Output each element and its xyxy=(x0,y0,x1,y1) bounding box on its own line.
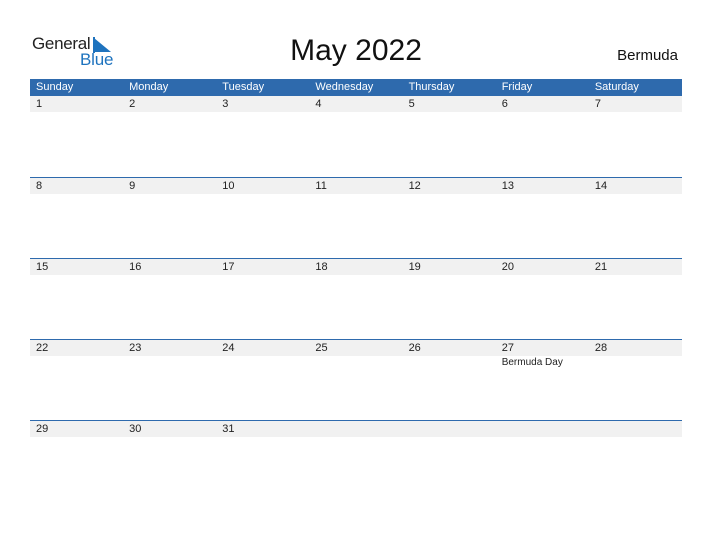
date-band: 1 2 3 4 5 6 7 xyxy=(30,96,682,112)
day-number: 18 xyxy=(315,261,328,273)
calendar-grid: Sunday Monday Tuesday Wednesday Thursday… xyxy=(30,79,682,501)
day-number: 22 xyxy=(36,342,49,354)
day-number: 24 xyxy=(222,342,235,354)
day-number xyxy=(589,421,682,437)
weekday-monday: Monday xyxy=(129,81,169,93)
calendar-title: May 2022 xyxy=(290,34,422,67)
date-band: 8 9 10 11 12 13 14 xyxy=(30,178,682,194)
day-number xyxy=(403,421,496,437)
day-event xyxy=(123,356,216,370)
day-number: 31 xyxy=(222,423,235,435)
weekday-tuesday: Tuesday xyxy=(222,81,265,93)
date-band: 22 23 24 25 26 27 28 xyxy=(30,340,682,356)
day-event xyxy=(309,356,402,370)
day-number: 27 xyxy=(501,342,514,354)
week-row: 22 23 24 25 26 27 28 Bermuda Day xyxy=(30,339,682,420)
day-number: 19 xyxy=(408,261,421,273)
weekday-header: Sunday Monday Tuesday Wednesday Thursday… xyxy=(30,79,682,96)
date-band: 29 30 31 xyxy=(30,421,682,437)
weeks-container: 1 2 3 4 5 6 7 8 9 10 11 12 13 14 15 16 17 18 19 20 21 22 23 24 2… xyxy=(30,96,682,501)
day-number: 17 xyxy=(222,261,235,273)
day-number: 12 xyxy=(408,180,421,192)
day-number: 21 xyxy=(594,261,608,273)
day-number: 8 xyxy=(36,180,43,192)
day-number: 6 xyxy=(501,98,508,110)
day-number: 1 xyxy=(36,98,43,110)
week-row: 8 9 10 11 12 13 14 xyxy=(30,177,682,258)
day-event: Bermuda Day xyxy=(501,357,563,368)
day-number: 14 xyxy=(594,180,608,192)
day-number: 10 xyxy=(222,180,235,192)
day-event xyxy=(30,356,123,370)
events-row: Bermuda Day xyxy=(30,356,682,370)
date-band: 15 16 17 18 19 20 21 xyxy=(30,259,682,275)
day-number: 4 xyxy=(315,98,322,110)
day-number: 7 xyxy=(594,98,601,110)
weekday-friday: Friday xyxy=(501,81,533,93)
day-number: 3 xyxy=(222,98,229,110)
day-number: 20 xyxy=(501,261,514,273)
day-number: 25 xyxy=(315,342,328,354)
day-number: 30 xyxy=(129,423,142,435)
day-event xyxy=(589,356,682,370)
day-number: 9 xyxy=(129,180,136,192)
day-number: 23 xyxy=(129,342,142,354)
day-number: 2 xyxy=(129,98,136,110)
day-number: 28 xyxy=(594,342,608,354)
country-label: Bermuda xyxy=(617,47,678,64)
day-number xyxy=(496,421,589,437)
day-number: 26 xyxy=(408,342,421,354)
day-number: 15 xyxy=(36,261,49,273)
weekday-thursday: Thursday xyxy=(408,81,455,93)
day-number: 29 xyxy=(36,423,49,435)
day-number: 13 xyxy=(501,180,514,192)
day-event xyxy=(403,356,496,370)
day-number: 16 xyxy=(129,261,142,273)
day-event xyxy=(216,356,309,370)
week-row: 15 16 17 18 19 20 21 xyxy=(30,258,682,339)
week-row: 1 2 3 4 5 6 7 xyxy=(30,96,682,177)
week-row: 29 30 31 xyxy=(30,420,682,501)
day-number: 5 xyxy=(408,98,415,110)
weekday-saturday: Saturday xyxy=(594,81,639,93)
day-number xyxy=(309,421,402,437)
day-number: 11 xyxy=(315,180,327,192)
weekday-wednesday: Wednesday xyxy=(315,81,374,93)
weekday-sunday: Sunday xyxy=(36,81,74,93)
